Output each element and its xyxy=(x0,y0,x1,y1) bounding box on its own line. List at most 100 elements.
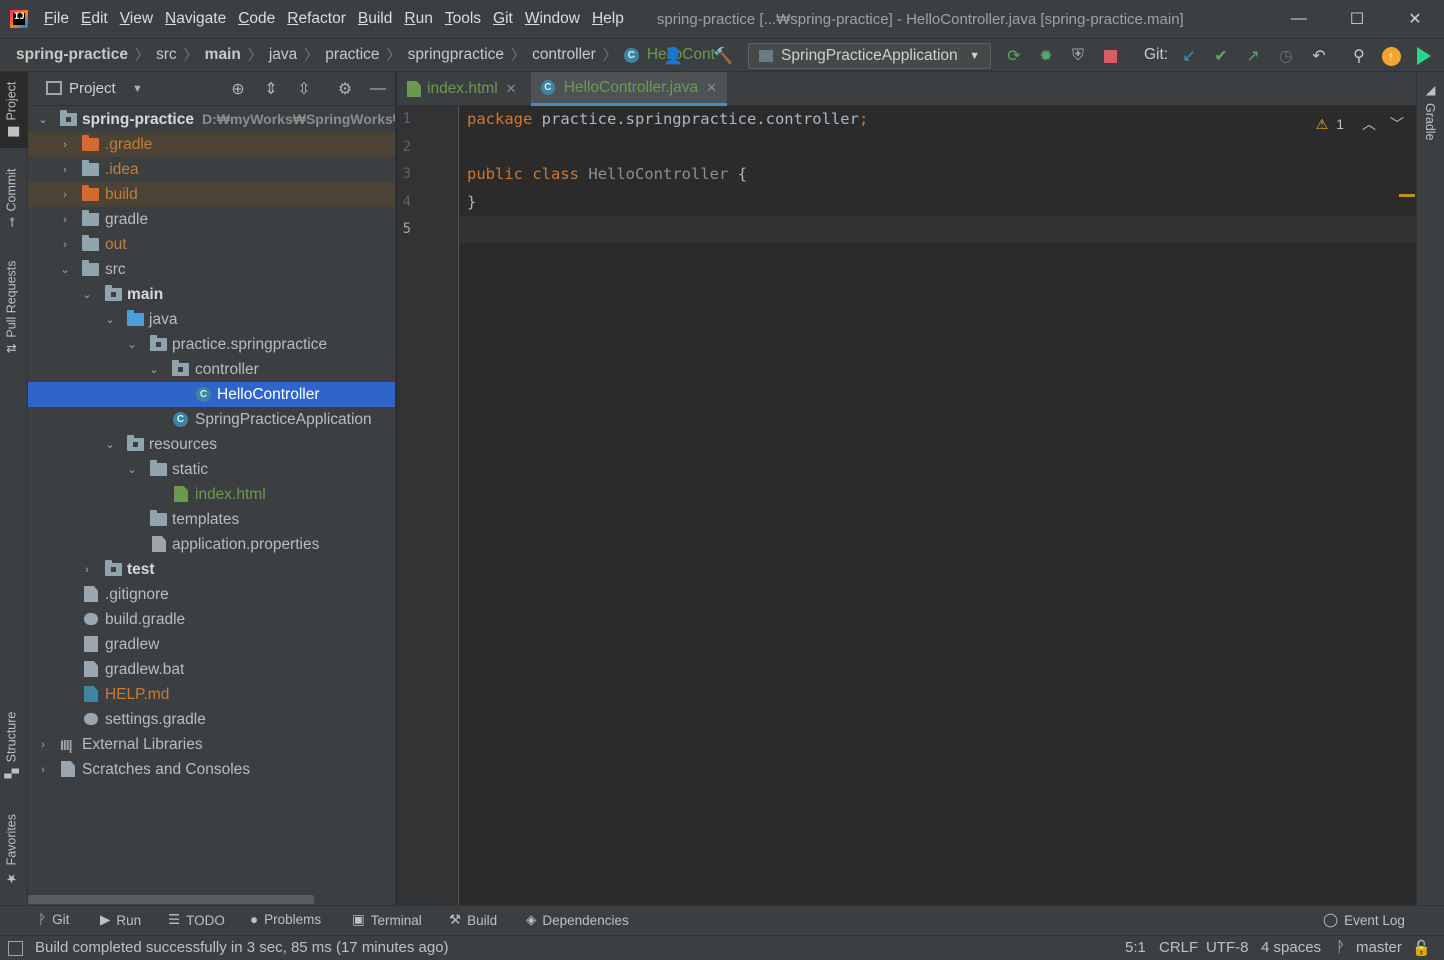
update-available-icon[interactable]: ↑ xyxy=(1380,45,1402,67)
chevron-right-icon[interactable]: › xyxy=(59,189,71,201)
tree-item-templates[interactable]: templates xyxy=(28,507,395,532)
line-separator[interactable]: CRLF xyxy=(1159,939,1198,956)
breadcrumb-main[interactable]: main xyxy=(205,46,241,64)
chevron-right-icon[interactable]: › xyxy=(37,764,49,776)
tree-item-controller[interactable]: ⌄ controller xyxy=(28,357,395,382)
lock-icon[interactable]: 🔓 xyxy=(1412,939,1431,957)
tree-item-help-md[interactable]: HELP.md xyxy=(28,682,395,707)
minimize-button[interactable]: — xyxy=(1270,0,1328,38)
tool-problems[interactable]: ● Problems xyxy=(250,912,321,927)
chevron-right-icon[interactable]: › xyxy=(37,739,49,751)
chevron-right-icon[interactable]: › xyxy=(81,564,93,576)
breadcrumb-project[interactable]: spring-practice xyxy=(16,46,128,64)
horizontal-scrollbar[interactable] xyxy=(28,895,314,904)
tool-event-log[interactable]: ◯ Event Log xyxy=(1323,912,1405,928)
git-push-icon[interactable]: ↗ xyxy=(1242,45,1264,67)
menu-navigate[interactable]: Navigate xyxy=(165,10,226,28)
tool-run[interactable]: ▶ Run xyxy=(100,912,141,928)
tab-index-html[interactable]: index.html ✕ xyxy=(403,72,527,106)
tree-item-main[interactable]: ⌄ main xyxy=(28,282,395,307)
git-branch[interactable]: master xyxy=(1356,939,1402,956)
chevron-right-icon[interactable]: › xyxy=(59,214,71,226)
close-icon[interactable]: ✕ xyxy=(706,80,717,96)
tab-hellocontroller-java[interactable]: C HelloController.java ✕ xyxy=(531,72,727,106)
maximize-button[interactable]: ☐ xyxy=(1328,0,1386,38)
chevron-right-icon[interactable]: › xyxy=(59,139,71,151)
search-icon[interactable]: ⚲ xyxy=(1348,45,1370,67)
file-encoding[interactable]: UTF-8 xyxy=(1206,939,1249,956)
git-update-icon[interactable]: ↙ xyxy=(1178,45,1200,67)
caret-position[interactable]: 5:1 xyxy=(1125,939,1146,956)
tree-item-out[interactable]: › out xyxy=(28,232,395,257)
chevron-right-icon[interactable]: › xyxy=(59,239,71,251)
chevron-down-icon[interactable]: ▼ xyxy=(132,83,143,95)
menu-window[interactable]: Window xyxy=(525,10,580,28)
menu-build[interactable]: Build xyxy=(358,10,392,28)
chevron-down-icon[interactable]: ⌄ xyxy=(126,338,138,351)
run-configuration-select[interactable]: SpringPracticeApplication ▼ xyxy=(748,43,991,69)
chevron-down-icon[interactable]: ⌄ xyxy=(148,363,160,376)
intellij-logo-icon[interactable]: IJ xyxy=(10,10,28,28)
inspection-widget[interactable]: ⚠ 1 ︿ ﹀ xyxy=(1316,114,1404,134)
tree-item-gradlew[interactable]: gradlew xyxy=(28,632,395,657)
menu-tools[interactable]: Tools xyxy=(445,10,481,28)
stop-icon[interactable] xyxy=(1099,45,1121,67)
breadcrumb-controller[interactable]: controller xyxy=(532,46,596,64)
tree-item-scratches[interactable]: › Scratches and Consoles xyxy=(28,757,395,782)
close-window-button[interactable]: ✕ xyxy=(1386,0,1444,38)
locate-crosshair-icon[interactable]: ⊕ xyxy=(228,79,248,99)
code-editor[interactable]: package practice.springpractice.controll… xyxy=(460,106,1416,905)
tree-item-gradle-hidden[interactable]: › .gradle xyxy=(28,132,395,157)
chevron-down-icon[interactable]: ﹀ xyxy=(1390,114,1404,134)
tool-tab-pull-requests[interactable]: ⇅ Pull Requests xyxy=(4,260,20,354)
tool-tab-commit[interactable]: ⊸ Commit xyxy=(4,168,20,228)
hide-panel-icon[interactable]: — xyxy=(368,79,388,99)
tree-item-java[interactable]: ⌄ java xyxy=(28,307,395,332)
rollback-icon[interactable]: ↶ xyxy=(1308,45,1330,67)
coverage-icon[interactable]: ⛨ xyxy=(1067,45,1089,67)
tree-item-resources[interactable]: ⌄ resources xyxy=(28,432,395,457)
menu-help[interactable]: Help xyxy=(592,10,624,28)
tree-item-settings-gradle[interactable]: settings.gradle xyxy=(28,707,395,732)
tool-tab-favorites[interactable]: ★ Favorites xyxy=(4,814,20,886)
tool-tab-project[interactable]: ▆ Project xyxy=(4,82,20,137)
menu-file[interactable]: File xyxy=(44,10,69,28)
chevron-down-icon[interactable]: ⌄ xyxy=(104,313,116,326)
expand-all-icon[interactable]: ⇕ xyxy=(261,79,281,99)
tree-item-build-gradle[interactable]: build.gradle xyxy=(28,607,395,632)
menu-view[interactable]: View xyxy=(120,10,153,28)
tool-dependencies[interactable]: ◈ Dependencies xyxy=(526,912,629,928)
chevron-right-icon[interactable]: › xyxy=(59,164,71,176)
chevron-up-icon[interactable]: ︿ xyxy=(1362,114,1376,134)
tree-item-build[interactable]: › build xyxy=(28,182,395,207)
tree-item-idea[interactable]: › .idea xyxy=(28,157,395,182)
jetbrains-toolbox-icon[interactable] xyxy=(1413,45,1435,67)
tree-item-gitignore[interactable]: .gitignore xyxy=(28,582,395,607)
tree-item-gradle[interactable]: › gradle xyxy=(28,207,395,232)
tree-item-test[interactable]: › test xyxy=(28,557,395,582)
toggle-tool-windows-icon[interactable] xyxy=(8,941,23,956)
chevron-down-icon[interactable]: ⌄ xyxy=(37,113,49,126)
tree-root-spring-practice[interactable]: ⌄ spring-practice D:₩myWorks₩SpringWorks₩… xyxy=(28,107,395,132)
tool-tab-structure[interactable]: ▚ Structure xyxy=(4,712,20,778)
tree-item-springpracticeapplication[interactable]: C SpringPracticeApplication xyxy=(28,407,395,432)
tool-build[interactable]: ⚒ Build xyxy=(449,912,497,928)
menu-git[interactable]: Git xyxy=(493,10,513,28)
tool-terminal[interactable]: ▣ Terminal xyxy=(352,912,422,928)
tree-item-index-html[interactable]: index.html xyxy=(28,482,395,507)
tree-item-package[interactable]: ⌄ practice.springpractice xyxy=(28,332,395,357)
chevron-down-icon[interactable]: ⌄ xyxy=(104,438,116,451)
menu-run[interactable]: Run xyxy=(404,10,432,28)
collapse-all-icon[interactable]: ⇳ xyxy=(294,79,314,99)
tool-todo[interactable]: ☰ TODO xyxy=(168,912,225,928)
breadcrumb-java[interactable]: java xyxy=(269,46,297,64)
breadcrumb-practice[interactable]: practice xyxy=(325,46,379,64)
debug-bug-icon[interactable]: ✹ xyxy=(1035,45,1057,67)
breadcrumb-springpractice[interactable]: springpractice xyxy=(408,46,505,64)
git-commit-icon[interactable]: ✔ xyxy=(1210,45,1232,67)
project-view-title[interactable]: Project xyxy=(69,80,116,97)
warning-stripe-marker[interactable] xyxy=(1399,194,1415,197)
menu-edit[interactable]: Edit xyxy=(81,10,108,28)
tree-item-application-properties[interactable]: application.properties xyxy=(28,532,395,557)
tree-item-static[interactable]: ⌄ static xyxy=(28,457,395,482)
